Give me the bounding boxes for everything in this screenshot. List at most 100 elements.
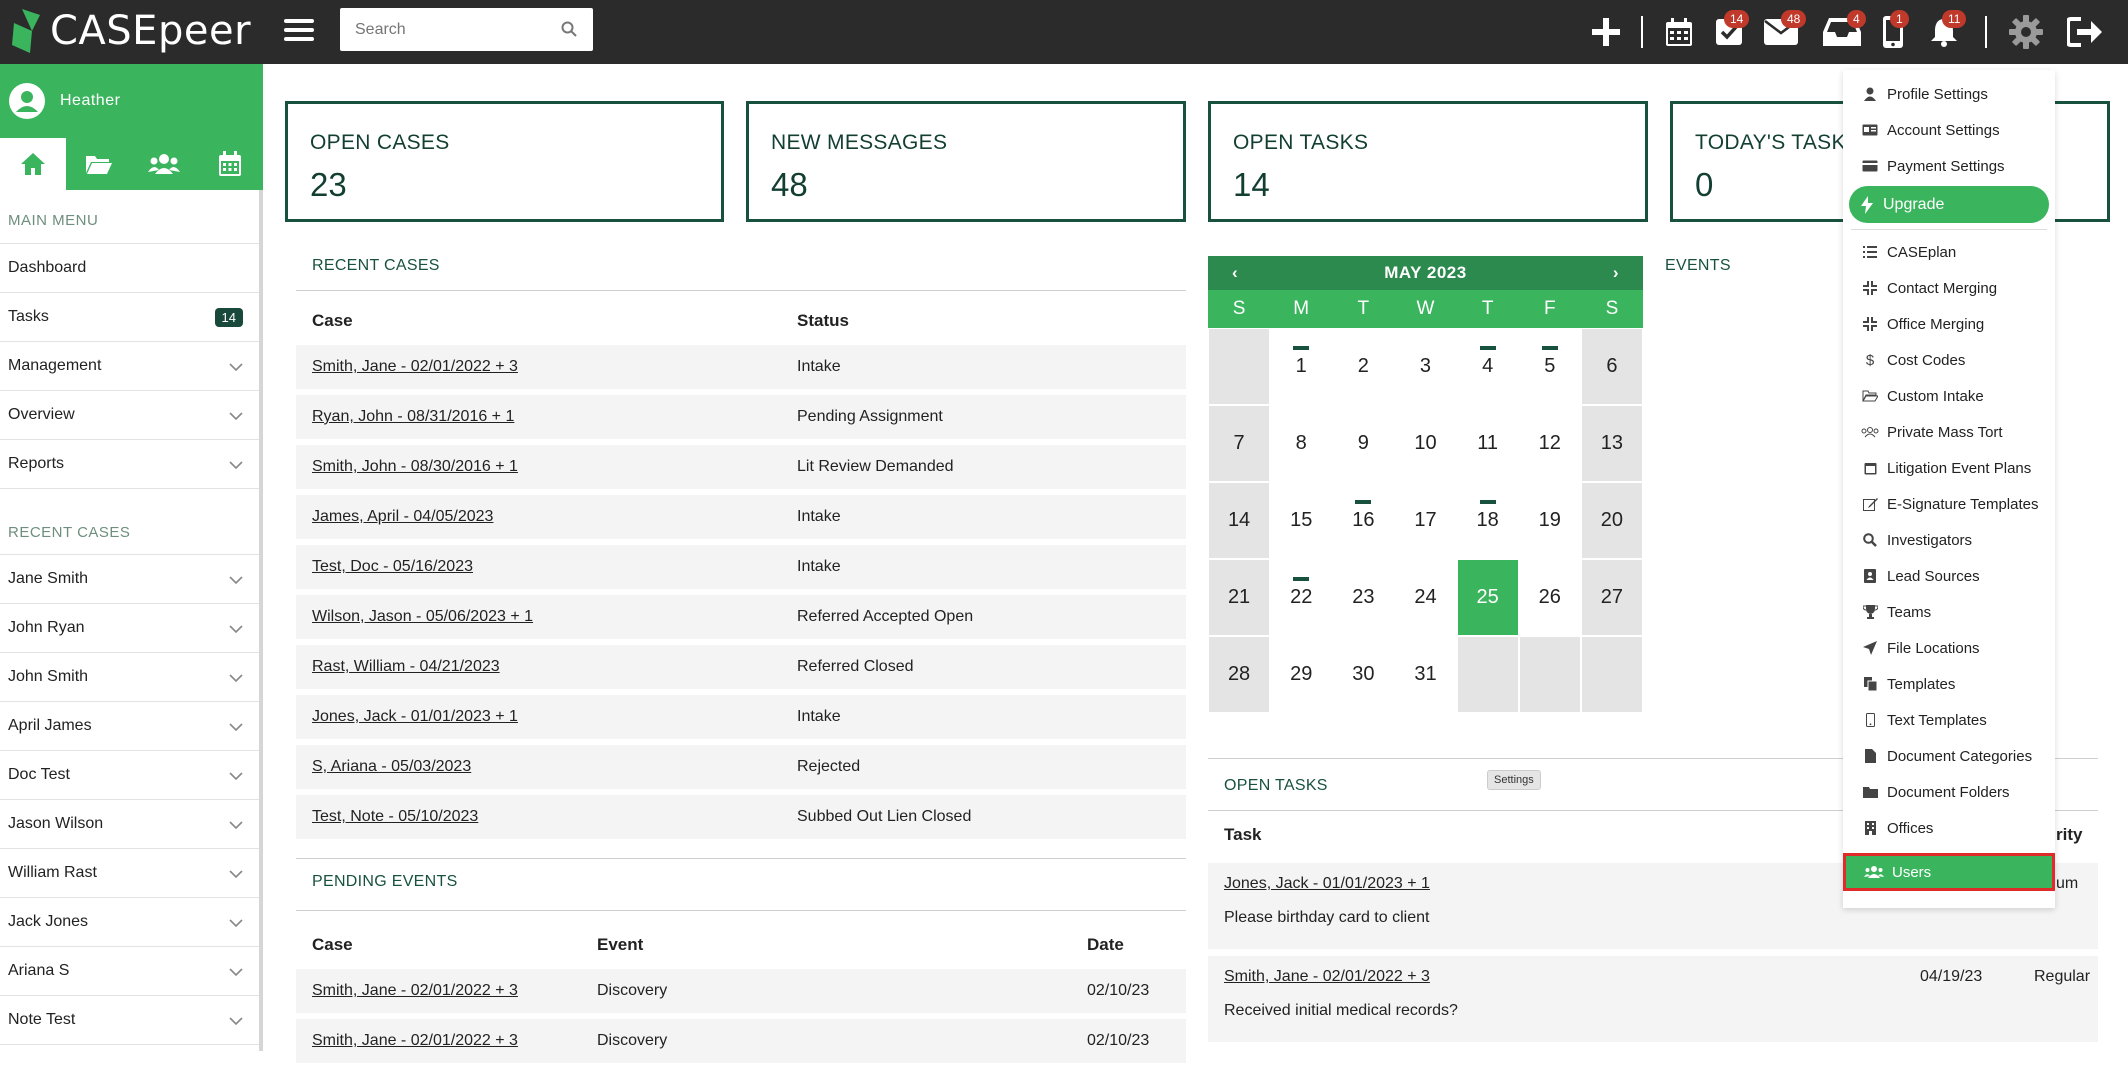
task-case-link[interactable]: Smith, Jane - 02/01/2022 + 3 xyxy=(1224,968,1430,986)
chevron-down-icon[interactable] xyxy=(229,964,243,982)
sidebar-item-management[interactable]: Management xyxy=(0,342,259,391)
settings-item-profile-settings[interactable]: Profile Settings xyxy=(1861,82,1988,106)
calendar-day[interactable]: 31 xyxy=(1394,636,1457,713)
calendar-day[interactable]: 12 xyxy=(1518,405,1581,482)
table-row[interactable]: Smith, John - 08/30/2016 + 1 Lit Review D… xyxy=(296,445,1186,489)
table-row[interactable]: Jones, Jack - 01/01/2023 + 1 Intake xyxy=(296,695,1186,739)
table-row[interactable]: Smith, Jane - 02/01/2022 + 3 Discovery 02/… xyxy=(296,969,1186,1013)
calendar-day[interactable]: 17 xyxy=(1394,482,1457,559)
calendar-day[interactable]: 22 xyxy=(1270,559,1333,636)
calendar-day[interactable]: 9 xyxy=(1332,405,1395,482)
chevron-down-icon[interactable] xyxy=(229,719,243,737)
task-case-link[interactable]: Jones, Jack - 01/01/2023 + 1 xyxy=(1224,875,1430,893)
case-link[interactable]: Test, Doc - 05/16/2023 xyxy=(312,558,473,575)
recent-case-item[interactable]: John Ryan xyxy=(0,604,259,653)
sidebar-item-dashboard[interactable]: Dashboard xyxy=(0,244,259,293)
settings-item-custom-intake[interactable]: Custom Intake xyxy=(1861,384,1984,408)
calendar-day[interactable]: 30 xyxy=(1332,636,1395,713)
calendar-day[interactable]: 26 xyxy=(1518,559,1581,636)
settings-item-offices[interactable]: Offices xyxy=(1861,816,1933,840)
settings-item-templates[interactable]: Templates xyxy=(1861,672,1955,696)
logout-icon[interactable] xyxy=(2064,0,2106,64)
notifications-bell-icon[interactable]: 11 xyxy=(1926,0,1967,64)
chevron-down-icon[interactable] xyxy=(229,408,243,426)
chevron-down-icon[interactable] xyxy=(229,817,243,835)
inbox-icon[interactable]: 4 xyxy=(1821,0,1866,64)
settings-item-e-signature-templates[interactable]: E-Signature Templates xyxy=(1861,492,2038,516)
home-icon[interactable] xyxy=(0,138,66,190)
cases-folder-icon[interactable] xyxy=(66,138,132,190)
table-row[interactable]: Smith, Jane - 02/01/2022 + 3 Discovery 02/… xyxy=(296,1019,1186,1063)
user-panel[interactable]: Heather xyxy=(0,64,263,138)
calendar-day[interactable]: 7 xyxy=(1208,405,1271,482)
calendar-day[interactable]: 28 xyxy=(1208,636,1271,713)
calendar-day[interactable]: 19 xyxy=(1518,482,1581,559)
calendar-day[interactable]: 27 xyxy=(1580,559,1643,636)
sidebar-item-tasks[interactable]: Tasks 14 xyxy=(0,293,259,342)
recent-case-item[interactable]: John Smith xyxy=(0,653,259,702)
gear-icon[interactable] xyxy=(2006,0,2046,64)
settings-item-office-merging[interactable]: Office Merging xyxy=(1861,312,1984,336)
recent-case-item[interactable]: Jane Smith xyxy=(0,555,259,604)
chevron-down-icon[interactable] xyxy=(229,1013,243,1031)
case-link[interactable]: Jones, Jack - 01/01/2023 + 1 xyxy=(312,708,518,725)
calendar-day[interactable]: 8 xyxy=(1270,405,1333,482)
calendar-day[interactable]: 23 xyxy=(1332,559,1395,636)
messages-icon[interactable]: 48 xyxy=(1761,0,1807,64)
recent-case-item[interactable]: Note Test xyxy=(0,996,259,1045)
sidebar-item-reports[interactable]: Reports xyxy=(0,440,259,489)
chevron-down-icon[interactable] xyxy=(229,670,243,688)
calendar-icon[interactable] xyxy=(1662,0,1696,64)
open-tasks-card[interactable]: OPEN TASKS 14 xyxy=(1208,101,1648,222)
case-link[interactable]: Test, Note - 05/10/2023 xyxy=(312,808,478,825)
chevron-down-icon[interactable] xyxy=(229,866,243,884)
case-link[interactable]: Smith, Jane - 02/01/2022 + 3 xyxy=(312,358,518,375)
users-menu-item[interactable]: Users xyxy=(1843,853,2055,891)
contacts-users-icon[interactable] xyxy=(132,138,198,190)
chevron-down-icon[interactable] xyxy=(229,359,243,377)
case-link[interactable]: Smith, John - 08/30/2016 + 1 xyxy=(312,458,518,475)
table-row[interactable]: Test, Doc - 05/16/2023 Intake xyxy=(296,545,1186,589)
calendar-next-button[interactable]: › xyxy=(1613,263,1619,283)
add-icon[interactable] xyxy=(1588,0,1624,64)
recent-case-item[interactable]: William Rast xyxy=(0,849,259,898)
calendar-day[interactable]: 1 xyxy=(1270,328,1333,405)
settings-item-investigators[interactable]: Investigators xyxy=(1861,528,1972,552)
case-link[interactable]: Ryan, John - 08/31/2016 + 1 xyxy=(312,408,514,425)
chevron-down-icon[interactable] xyxy=(229,915,243,933)
casepeer-logo[interactable]: CASEpeer xyxy=(12,4,251,58)
calendar-day[interactable]: 14 xyxy=(1208,482,1271,559)
case-link[interactable]: S, Ariana - 05/03/2023 xyxy=(312,758,471,775)
calendar-day[interactable]: 13 xyxy=(1580,405,1643,482)
upgrade-button[interactable]: Upgrade xyxy=(1849,186,2049,223)
settings-item-lead-sources[interactable]: Lead Sources xyxy=(1861,564,1980,588)
tasks-icon[interactable]: 14 xyxy=(1712,0,1750,64)
task-row[interactable]: Smith, Jane - 02/01/2022 + 3 Received in… xyxy=(1208,956,2098,1042)
chevron-down-icon[interactable] xyxy=(229,768,243,786)
settings-item-cost-codes[interactable]: $ Cost Codes xyxy=(1861,348,1966,372)
table-row[interactable]: Rast, William - 04/21/2023 Referred Close… xyxy=(296,645,1186,689)
table-row[interactable]: S, Ariana - 05/03/2023 Rejected xyxy=(296,745,1186,789)
chevron-down-icon[interactable] xyxy=(229,621,243,639)
recent-case-item[interactable]: April James xyxy=(0,702,259,751)
settings-item-document-folders[interactable]: Document Folders xyxy=(1861,780,2010,804)
phone-icon[interactable]: 1 xyxy=(1878,0,1909,64)
calendar-day[interactable]: 15 xyxy=(1270,482,1333,559)
calendar-day[interactable]: 4 xyxy=(1456,328,1519,405)
search-icon[interactable] xyxy=(561,21,577,37)
chevron-down-icon[interactable] xyxy=(229,457,243,475)
settings-item-document-categories[interactable]: Document Categories xyxy=(1861,744,2032,768)
search-input[interactable] xyxy=(340,8,550,51)
case-link[interactable]: Smith, Jane - 02/01/2022 + 3 xyxy=(312,982,518,999)
case-link[interactable]: Smith, Jane - 02/01/2022 + 3 xyxy=(312,1032,518,1049)
calendar-prev-button[interactable]: ‹ xyxy=(1232,263,1238,283)
calendar-day[interactable]: 29 xyxy=(1270,636,1333,713)
settings-item-caseplan[interactable]: CASEplan xyxy=(1861,240,1956,264)
calendar-day[interactable]: 18 xyxy=(1456,482,1519,559)
calendar-day[interactable]: 3 xyxy=(1394,328,1457,405)
calendar-day[interactable]: 21 xyxy=(1208,559,1271,636)
calendar-day[interactable]: 11 xyxy=(1456,405,1519,482)
settings-item-litigation-event-plans[interactable]: Litigation Event Plans xyxy=(1861,456,2031,480)
hamburger-menu-icon[interactable] xyxy=(284,14,314,50)
settings-item-teams[interactable]: Teams xyxy=(1861,600,1931,624)
